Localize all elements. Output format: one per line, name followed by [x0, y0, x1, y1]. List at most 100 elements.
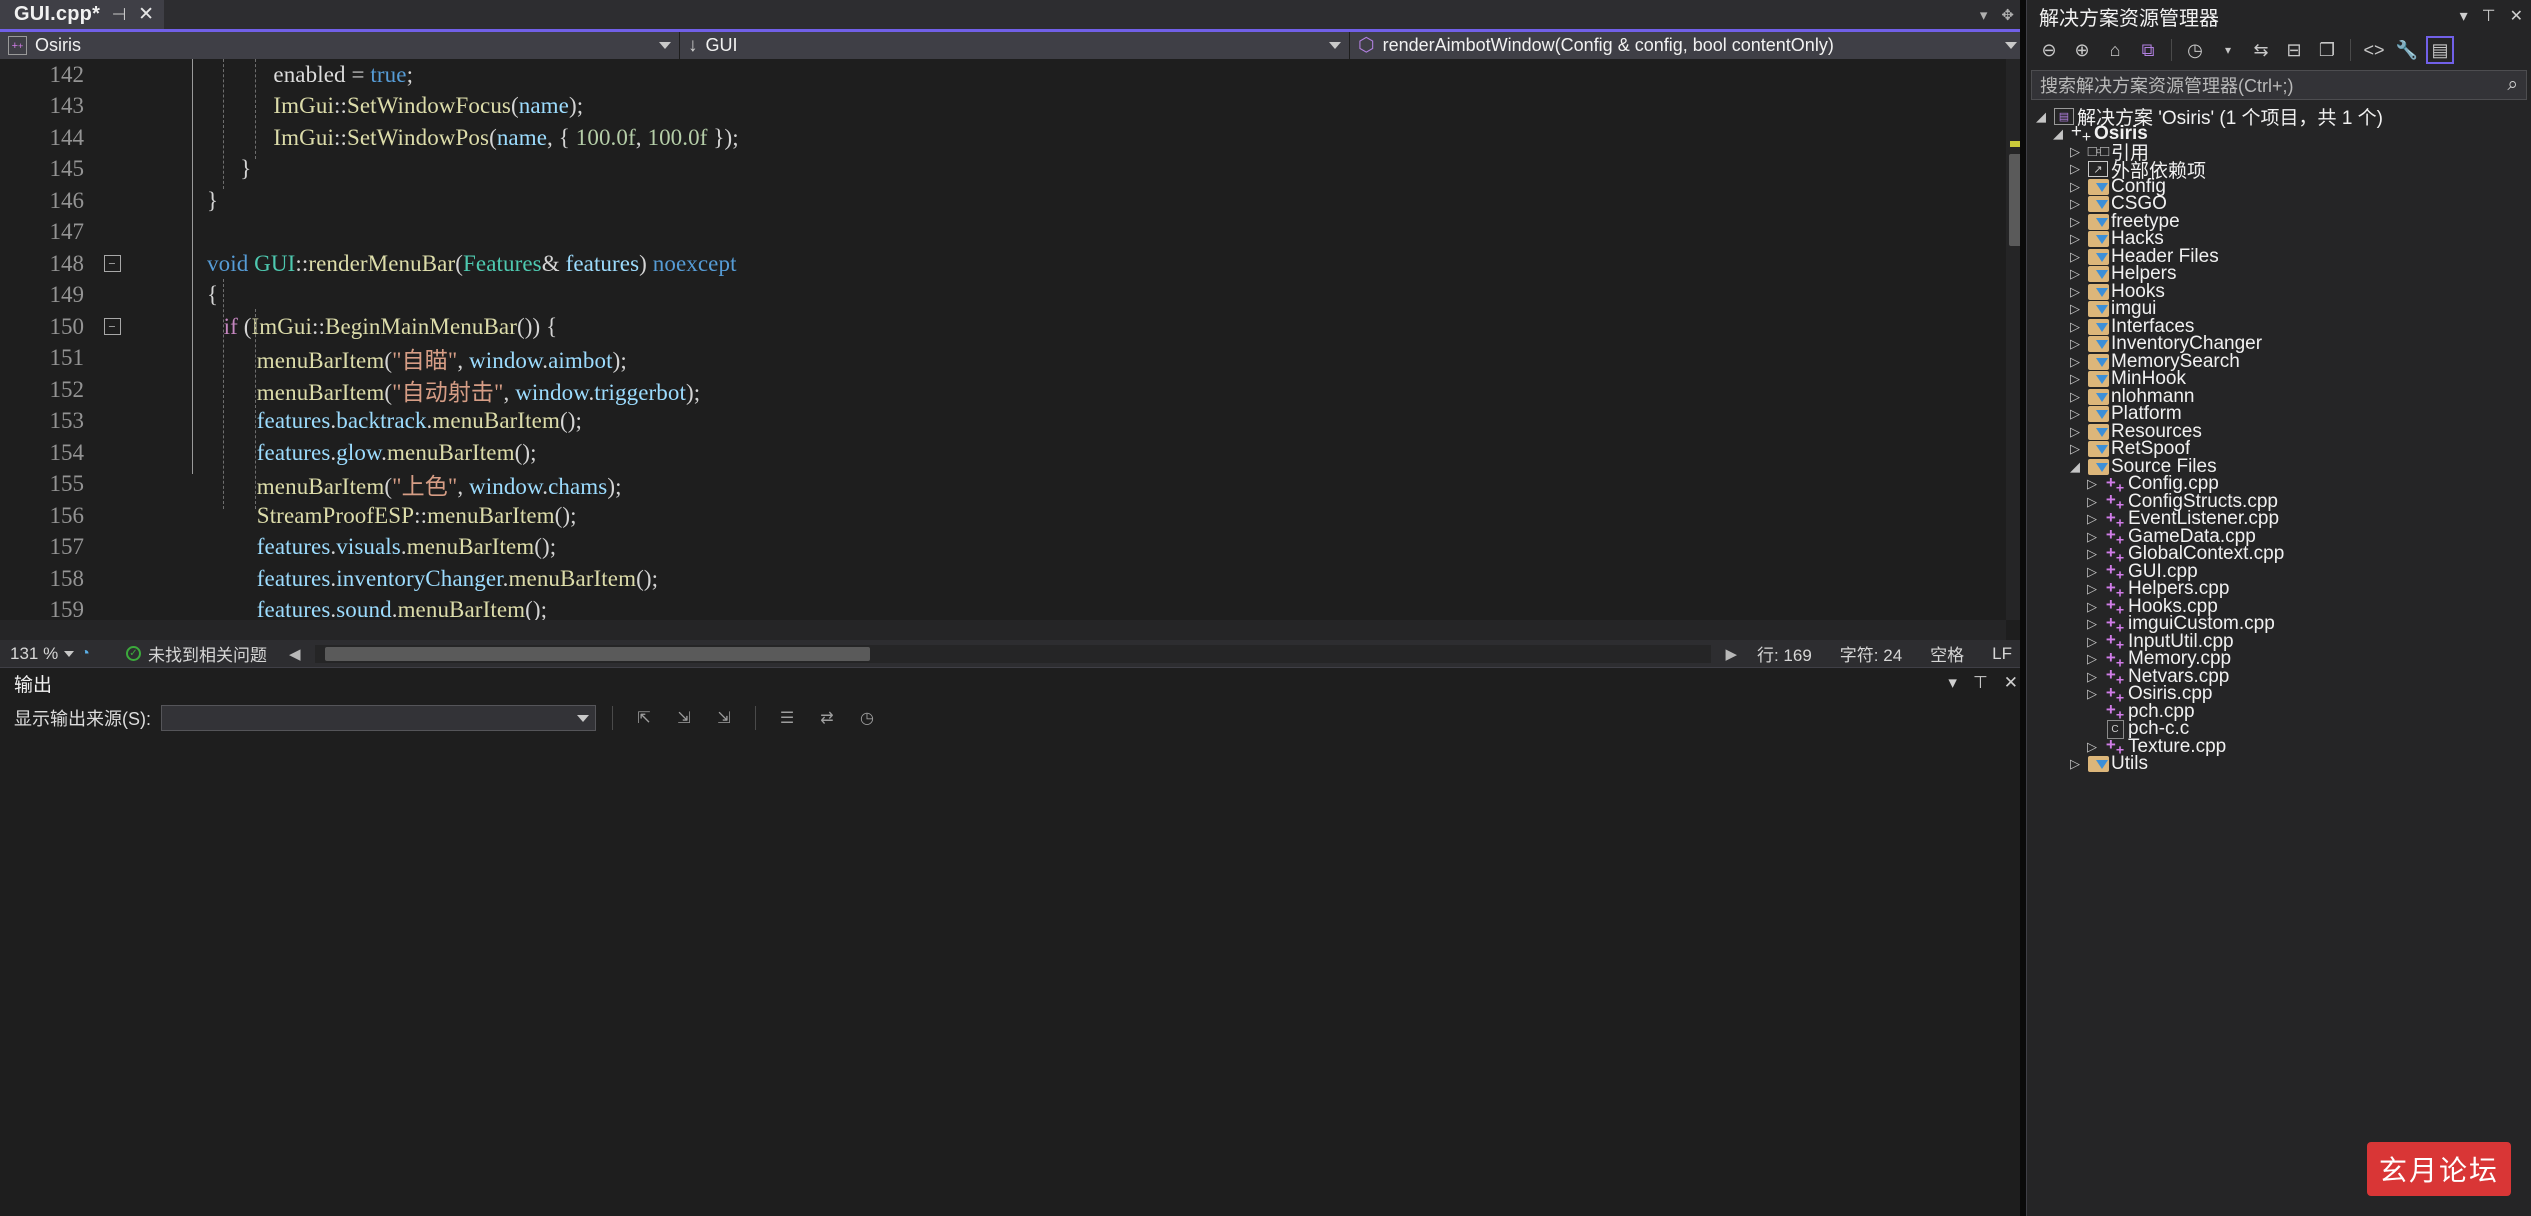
solution-explorer-search-input[interactable]: 搜索解决方案资源管理器(Ctrl+;) ⌕ [2031, 70, 2527, 100]
chevron-right-icon[interactable]: ▷ [2082, 739, 2102, 755]
tree-item[interactable]: ▷ RetSpoof [2027, 438, 2531, 459]
chevron-down-icon[interactable] [659, 42, 671, 49]
code-line[interactable]: 143 ImGui::SetWindowFocus(name); [0, 91, 2006, 123]
tree-item[interactable]: ▷ Helpers [2027, 263, 2531, 284]
chevron-right-icon[interactable]: ▷ [2065, 389, 2085, 405]
zoom-level-control[interactable]: 131 % ◔ [0, 644, 110, 664]
tree-item[interactable]: ▷ freetype [2027, 211, 2531, 232]
code-line[interactable]: 144 ImGui::SetWindowPos(name, { 100.0f, 1… [0, 122, 2006, 154]
sync-with-active-document-icon[interactable]: ⧉ [2134, 36, 2162, 64]
tree-item[interactable]: ▷ ++ Texture.cpp [2027, 735, 2531, 758]
code-line[interactable]: 147 [0, 217, 2006, 249]
tree-item[interactable]: ▷ nlohmann [2027, 386, 2531, 407]
tree-item[interactable]: ▷ Interfaces [2027, 316, 2531, 337]
navbar-project-dropdown[interactable]: + + Osiris [0, 32, 680, 59]
chevron-down-icon[interactable] [577, 714, 589, 722]
document-tab-gui-cpp[interactable]: GUI.cpp* ⊣ ✕ [0, 0, 164, 29]
chevron-right-icon[interactable]: ▷ [2082, 511, 2102, 527]
chevron-right-icon[interactable]: ▷ [2065, 231, 2085, 247]
chevron-down-icon[interactable] [1329, 42, 1341, 49]
chevron-right-icon[interactable]: ▷ [2065, 144, 2085, 160]
chevron-right-icon[interactable]: ▷ [2065, 179, 2085, 195]
code-line[interactable]: 142 enabled = true; [0, 59, 2006, 91]
chevron-right-icon[interactable]: ▷ [2065, 301, 2085, 317]
tree-item[interactable]: ▷ Resources [2027, 421, 2531, 442]
code-line[interactable]: 156 StreamProofESP::menuBarItem(); [0, 500, 2006, 532]
chevron-right-icon[interactable]: ▷ [2082, 581, 2102, 597]
chevron-right-icon[interactable]: ▷ [2065, 354, 2085, 370]
indentation-mode[interactable]: 空格 [1916, 641, 1978, 666]
chevron-down-icon[interactable]: ◢ [2031, 109, 2051, 125]
solution-explorer-tree[interactable]: ◢ ▤ 解决方案 'Osiris' (1 个项目，共 1 个) ◢ ++ Osiris ▷ □… [2027, 108, 2531, 1216]
navbar-function-dropdown[interactable]: ⬡ renderAimbotWindow(Config & config, bo… [1350, 32, 2026, 59]
editor-horizontal-scroll-thumb[interactable] [324, 646, 870, 661]
output-text-area[interactable] [0, 738, 2026, 1216]
pending-changes-filter-icon[interactable]: ◷ [2181, 36, 2209, 64]
code-line[interactable]: 153 features.backtrack.menuBarItem(); [0, 406, 2006, 438]
chevron-right-icon[interactable]: ▷ [2065, 424, 2085, 440]
chevron-down-icon[interactable]: ▾ [1948, 673, 1957, 693]
chevron-right-icon[interactable]: ▷ [2065, 161, 2085, 177]
chevron-right-icon[interactable]: ▷ [2082, 669, 2102, 685]
view-code-icon[interactable]: <> [2360, 36, 2388, 64]
pin-icon[interactable]: ⊤ [1973, 673, 1988, 693]
tree-item[interactable]: ++ pch.cpp [2027, 700, 2531, 723]
code-line[interactable]: 148− void GUI::renderMenuBar(Features& fe… [0, 248, 2006, 280]
pin-icon[interactable]: ⊤ [2482, 6, 2496, 26]
list-icon[interactable]: ☰ [772, 704, 802, 732]
chevron-down-icon[interactable]: ◢ [2065, 459, 2085, 475]
code-line[interactable]: 151 menuBarItem("自瞄", window.aimbot); [0, 343, 2006, 375]
editor-horizontal-scrollbar[interactable] [314, 644, 1712, 663]
toggle-wordwrap-icon[interactable]: ⇲ [709, 704, 739, 732]
preview-selected-items-icon[interactable]: ▤ [2426, 36, 2454, 64]
chevron-right-icon[interactable]: ▷ [2065, 319, 2085, 335]
properties-icon[interactable]: 🔧 [2393, 36, 2421, 64]
output-source-select[interactable] [161, 705, 596, 731]
scroll-right-icon[interactable]: ▶ [1719, 645, 1743, 663]
tree-item[interactable]: ▷ Config [2027, 176, 2531, 197]
tree-item[interactable]: ▷ MinHook [2027, 368, 2531, 389]
chevron-down-icon[interactable]: ▾ [1980, 6, 1988, 24]
line-ending-mode[interactable]: LF [1978, 644, 2026, 664]
code-line[interactable]: 152 menuBarItem("自动射击", window.triggerbot… [0, 374, 2006, 406]
tree-item[interactable]: ▷ imgui [2027, 298, 2531, 319]
show-all-files-icon[interactable]: ❐ [2313, 36, 2341, 64]
tree-item[interactable]: ▷ CSGO [2027, 193, 2531, 214]
code-line[interactable]: 149 { [0, 280, 2006, 312]
chevron-right-icon[interactable]: ▷ [2082, 651, 2102, 667]
tree-item[interactable]: ▷ MemorySearch [2027, 351, 2531, 372]
tree-item[interactable]: ▷ Platform [2027, 403, 2531, 424]
code-lines-container[interactable]: 142 enabled = true; 143 ImGui::SetWindowFoc… [0, 59, 2006, 620]
tree-item[interactable]: ▷ Utils [2027, 753, 2531, 774]
chevron-right-icon[interactable]: ▷ [2082, 599, 2102, 615]
magnifier-icon[interactable]: ⌕ [2507, 74, 2518, 96]
chevron-right-icon[interactable]: ▷ [2082, 616, 2102, 632]
code-line[interactable]: 150− if (ImGui::BeginMainMenuBar()) { [0, 311, 2006, 343]
chevron-right-icon[interactable]: ▷ [2082, 564, 2102, 580]
home-icon[interactable]: ⌂ [2101, 36, 2129, 64]
code-editor[interactable]: 142 enabled = true; 143 ImGui::SetWindowFoc… [0, 59, 2026, 640]
back-icon[interactable]: ⊖ [2035, 36, 2063, 64]
chevron-right-icon[interactable]: ▷ [2065, 336, 2085, 352]
scroll-left-icon[interactable]: ◀ [283, 645, 307, 663]
forward-icon[interactable]: ⊕ [2068, 36, 2096, 64]
chevron-right-icon[interactable]: ▷ [2082, 634, 2102, 650]
chevron-right-icon[interactable]: ▷ [2065, 441, 2085, 457]
chevron-right-icon[interactable]: ▷ [2065, 266, 2085, 282]
chevron-down-icon[interactable] [2005, 42, 2017, 49]
find-message-icon[interactable]: ⇱ [629, 704, 659, 732]
chevron-right-icon[interactable]: ▷ [2082, 529, 2102, 545]
tree-item[interactable]: ▷ Header Files [2027, 246, 2531, 267]
tree-item[interactable]: ▷ □▫□ 引用 [2027, 143, 2531, 164]
chevron-right-icon[interactable]: ▷ [2065, 371, 2085, 387]
tree-item[interactable]: ▷ ↗ 外部依赖项 [2027, 161, 2531, 182]
code-line[interactable]: 145} [0, 154, 2006, 186]
chevron-right-icon[interactable]: ▷ [2065, 756, 2085, 772]
chevron-right-icon[interactable]: ▷ [2065, 249, 2085, 265]
problems-status[interactable]: ✓ 未找到相关问题 [110, 641, 283, 666]
fold-collapse-icon[interactable]: − [100, 318, 124, 336]
chevron-right-icon[interactable]: ▷ [2082, 476, 2102, 492]
chevron-down-icon[interactable]: ▾ [2460, 6, 2468, 26]
history-icon[interactable]: ◷ [852, 704, 882, 732]
editor-horizontal-scrollbar-track[interactable] [0, 620, 2006, 640]
